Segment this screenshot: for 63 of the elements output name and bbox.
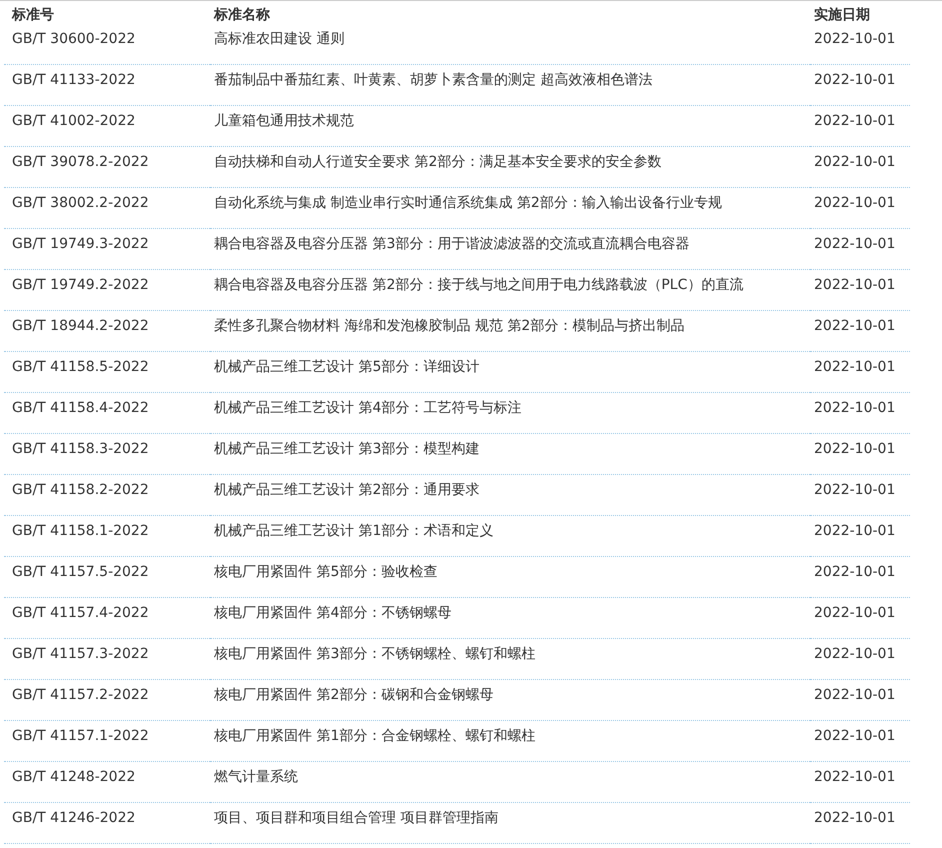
table-cell: GB/T 41246-2022 — [4, 802, 210, 844]
table-cell: 机械产品三维工艺设计 第2部分：通用要求 — [210, 474, 810, 516]
table-cell: 燃气计量系统 — [210, 762, 810, 802]
table-cell: 2022-10-01 — [810, 392, 910, 434]
table-cell: 核电厂用紧固件 第5部分：验收检查 — [210, 556, 810, 598]
table-cell: 2022-10-01 — [810, 188, 910, 228]
table-cell: GB/T 41248-2022 — [4, 762, 210, 802]
table-cell: GB/T 41158.4-2022 — [4, 392, 210, 434]
table-cell: 机械产品三维工艺设计 第4部分：工艺符号与标注 — [210, 392, 810, 434]
table-cell: GB/T 41133-2022 — [4, 64, 210, 106]
table-cell: GB/T 19749.3-2022 — [4, 228, 210, 270]
table-cell: GB/T 30600-2022 — [4, 24, 210, 64]
table-cell: 2022-10-01 — [810, 106, 910, 146]
table-cell: 2022-10-01 — [810, 146, 910, 188]
column-header: 标准号 — [10, 6, 55, 24]
table-cell: 高标准农田建设 通则 — [210, 24, 810, 64]
table-cell: 自动化系统与集成 制造业串行实时通信系统集成 第2部分：输入输出设备行业专规 — [210, 188, 810, 228]
table-cell: 2022-10-01 — [810, 474, 910, 516]
table-cell: GB/T 41158.1-2022 — [4, 516, 210, 556]
table-cell: 2022-10-01 — [810, 64, 910, 106]
table-cell: 番茄制品中番茄红素、叶黄素、胡萝卜素含量的测定 超高效液相色谱法 — [210, 64, 810, 106]
table-cell: 核电厂用紧固件 第1部分：合金钢螺栓、螺钉和螺柱 — [210, 720, 810, 762]
table-cell: GB/T 41002-2022 — [4, 106, 210, 146]
table-cell: 儿童箱包通用技术规范 — [210, 106, 810, 146]
table-cell: 核电厂用紧固件 第2部分：碳钢和合金钢螺母 — [210, 680, 810, 720]
table-cell: 耦合电容器及电容分压器 第2部分：接于线与地之间用于电力线路载波（PLC）的直流 — [210, 270, 810, 310]
table-cell: 2022-10-01 — [810, 228, 910, 270]
table-cell: 机械产品三维工艺设计 第5部分：详细设计 — [210, 352, 810, 392]
table-cell: 2022-10-01 — [810, 802, 910, 844]
table-cell: 核电厂用紧固件 第3部分：不锈钢螺栓、螺钉和螺柱 — [210, 638, 810, 680]
table-cell: 2022-10-01 — [810, 270, 910, 310]
table-cell: 2022-10-01 — [810, 516, 910, 556]
table-cell: GB/T 41158.5-2022 — [4, 352, 210, 392]
column-header: 实施日期 — [813, 6, 871, 24]
table-cell: GB/T 41157.1-2022 — [4, 720, 210, 762]
table-cell: 核电厂用紧固件 第4部分：不锈钢螺母 — [210, 598, 810, 638]
table-cell: 2022-10-01 — [810, 556, 910, 598]
table-cell: 2022-10-01 — [810, 638, 910, 680]
table-cell: 2022-10-01 — [810, 352, 910, 392]
table-cell: 2022-10-01 — [810, 434, 910, 474]
table-cell: 机械产品三维工艺设计 第1部分：术语和定义 — [210, 516, 810, 556]
table-cell: 2022-10-01 — [810, 680, 910, 720]
table-cell: 2022-10-01 — [810, 720, 910, 762]
table-cell: GB/T 41157.2-2022 — [4, 680, 210, 720]
table-cell: 自动扶梯和自动人行道安全要求 第2部分：满足基本安全要求的安全参数 — [210, 146, 810, 188]
table-cell: 2022-10-01 — [810, 310, 910, 352]
table-cell: 2022-10-01 — [810, 24, 910, 64]
table-cell: GB/T 18944.2-2022 — [4, 310, 210, 352]
table-cell: 2022-10-01 — [810, 762, 910, 802]
table-cell: GB/T 19749.2-2022 — [4, 270, 210, 310]
table-cell: GB/T 41158.2-2022 — [4, 474, 210, 516]
table-cell: GB/T 41157.4-2022 — [4, 598, 210, 638]
table-cell: GB/T 41157.5-2022 — [4, 556, 210, 598]
table-cell: 耦合电容器及电容分压器 第3部分：用于谐波滤波器的交流或直流耦合电容器 — [210, 228, 810, 270]
table-cell: 柔性多孔聚合物材料 海绵和发泡橡胶制品 规范 第2部分：模制品与挤出制品 — [210, 310, 810, 352]
table-cell: GB/T 41158.3-2022 — [4, 434, 210, 474]
table-cell: GB/T 39078.2-2022 — [4, 146, 210, 188]
table-cell: 2022-10-01 — [810, 598, 910, 638]
table-cell: 机械产品三维工艺设计 第3部分：模型构建 — [210, 434, 810, 474]
table-cell: GB/T 38002.2-2022 — [4, 188, 210, 228]
column-header: 标准名称 — [212, 6, 271, 24]
table-cell: GB/T 41157.3-2022 — [4, 638, 210, 680]
table-cell: 项目、项目群和项目组合管理 项目群管理指南 — [210, 802, 810, 844]
